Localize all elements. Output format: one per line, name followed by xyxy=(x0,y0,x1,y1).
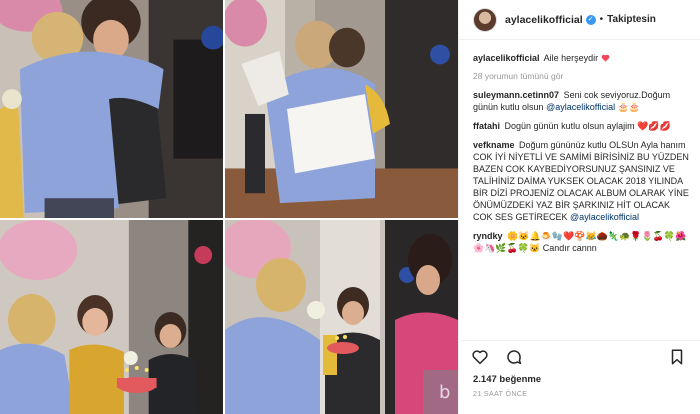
username-link[interactable]: aylacelikofficial xyxy=(505,14,583,26)
comment-mention-link[interactable]: @aylacelikofficial xyxy=(546,102,615,112)
photo-hug-1-image xyxy=(0,0,223,218)
post-photo-collage[interactable]: b xyxy=(0,0,458,414)
photo-cake-1 xyxy=(0,220,225,414)
bookmark-icon[interactable] xyxy=(668,348,686,366)
photo-hug-1 xyxy=(0,0,225,220)
view-all-comments-link[interactable]: 28 yorumun tümünü gör xyxy=(473,71,690,81)
likes-count[interactable]: 2.147 beğenme xyxy=(473,374,541,385)
photo-cake-2: b xyxy=(225,220,458,414)
verified-badge-icon: ✓ xyxy=(585,14,596,25)
heart-icon xyxy=(601,54,609,62)
following-button[interactable]: Takiptesin xyxy=(607,14,656,25)
comment-emojis: ❤️💋💋 xyxy=(637,121,671,131)
comment-username[interactable]: vefkname xyxy=(473,140,515,150)
comment-text: Doğum gününüz kutlu OLSUn Ayla hanım COK… xyxy=(473,140,689,222)
comment-item: vefkname Doğum gününüz kutlu OLSUn Ayla … xyxy=(473,139,690,223)
post-actions-bar xyxy=(459,340,700,372)
svg-text:b: b xyxy=(439,382,450,403)
comments-section: aylacelikofficial Aile herşeydir 28 yoru… xyxy=(473,52,690,261)
comment-text: Candır cannn xyxy=(540,243,597,253)
avatar[interactable] xyxy=(473,7,497,32)
caption: aylacelikofficial Aile herşeydir xyxy=(473,52,690,64)
heart-icon[interactable] xyxy=(471,348,489,366)
comment-username[interactable]: suleymann.cetinn07 xyxy=(473,90,559,100)
instagram-post-panel: aylacelikofficial ✓ • Takiptesin aylacel… xyxy=(458,0,700,414)
post-header: aylacelikofficial ✓ • Takiptesin xyxy=(459,0,700,40)
post-timestamp[interactable]: 21 SAAT ÖNCE xyxy=(473,391,527,398)
photo-cake-1-image xyxy=(0,220,223,414)
comment-username[interactable]: ffatahi xyxy=(473,121,500,131)
comment-text: Dogün günün kutlu olsun aylajim xyxy=(504,121,635,131)
comment-username[interactable]: ryndky xyxy=(473,231,503,241)
photo-hug-2 xyxy=(225,0,458,220)
comment-item: ryndky 🌼🐱🔔🍮🧤❤️🍄😹🌰🦎🐢🌹🌷🍒🍀🌺🌸🦄🌿🍒🍀🐱 Candır ca… xyxy=(473,230,690,254)
comment-emojis: 🎂🎂 xyxy=(617,102,641,112)
comment-item: ffatahi Dogün günün kutlu olsun aylajim … xyxy=(473,120,690,132)
caption-text: Aile herşeydir xyxy=(543,53,601,63)
comment-mention-link[interactable]: @aylacelikofficial xyxy=(570,212,639,222)
photo-cake-2-image: b xyxy=(225,220,458,414)
caption-username[interactable]: aylacelikofficial xyxy=(473,53,540,63)
comment-item: suleymann.cetinn07 Seni cok seviyoruz.Do… xyxy=(473,89,690,113)
photo-hug-2-image xyxy=(225,0,458,218)
header-separator: • xyxy=(599,14,604,25)
comment-icon[interactable] xyxy=(505,348,523,366)
